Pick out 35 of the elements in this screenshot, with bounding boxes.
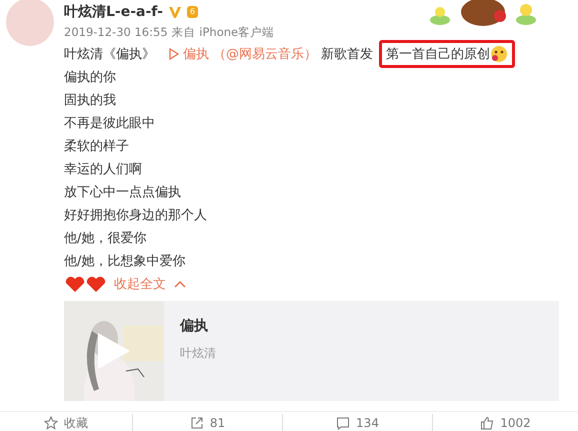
music-card[interactable]: 偏执 叶炫清: [64, 301, 559, 401]
post-text: 放下心中一点点偏执: [64, 184, 182, 202]
avatar[interactable]: [6, 0, 54, 46]
thumbs-up-icon: [480, 416, 494, 430]
author-name[interactable]: 叶炫清L-e-a-f-: [64, 3, 163, 21]
post-text: 幸运的人们啊: [64, 160, 143, 178]
post-text: 第一首自己的原创: [386, 46, 490, 62]
play-icon[interactable]: [96, 331, 132, 371]
comment-icon: [336, 416, 350, 430]
post-text: 叶炫清《偏执》: [64, 46, 155, 62]
post-text: 柔软的样子: [64, 138, 130, 156]
comment-button[interactable]: 134: [283, 414, 433, 431]
post-source: 来自 iPhone客户端: [172, 24, 274, 40]
post-text: 他/她，比想象中爱你: [64, 252, 186, 270]
like-button[interactable]: 1002: [433, 414, 578, 431]
post-text: 他/她，很爱你: [64, 230, 148, 248]
favorite-button[interactable]: 收藏: [0, 414, 133, 431]
music-link[interactable]: 偏执: [169, 44, 209, 62]
post-text: 好好拥抱你身边的那个人: [64, 206, 208, 224]
song-title: 偏执: [180, 317, 209, 335]
post-text: 不再是彼此眼中: [64, 114, 156, 132]
post-text: 固执的我: [64, 92, 117, 110]
post-text: 新歌首发: [321, 46, 373, 62]
level-badge: 6: [186, 6, 198, 18]
star-icon: [44, 416, 58, 430]
emoji-icon: [490, 44, 508, 62]
share-icon: [190, 416, 204, 430]
artist-name: 叶炫清: [180, 345, 216, 362]
hearts-icon: [64, 274, 108, 292]
collapse-link[interactable]: 收起全文: [114, 274, 186, 292]
repost-button[interactable]: 81: [133, 414, 283, 431]
post-text: 偏执的你: [64, 68, 117, 86]
mention-link[interactable]: （@网易云音乐）: [213, 44, 317, 62]
post-time: 2019-12-30 16:55: [64, 25, 168, 39]
play-icon: [169, 48, 179, 60]
